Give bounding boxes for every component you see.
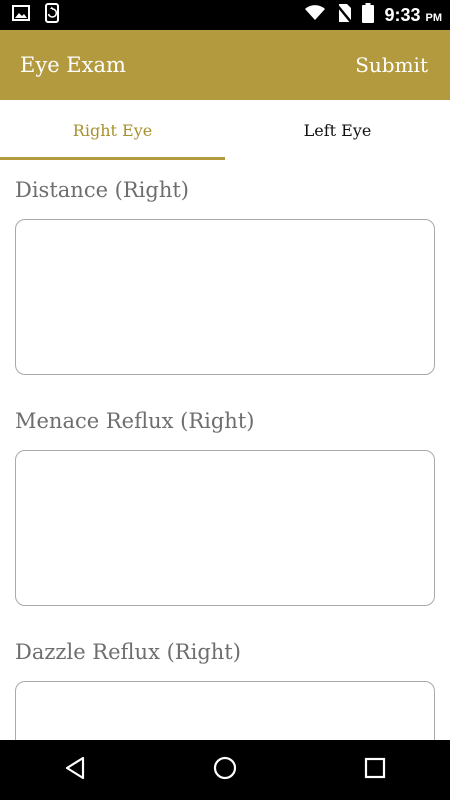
recents-icon <box>364 757 386 783</box>
tab-right-eye[interactable]: Right Eye <box>0 100 225 160</box>
form-content[interactable]: Distance (Right) Menace Reflux (Right) D… <box>0 160 450 740</box>
navigation-bar <box>0 740 450 800</box>
tab-left-eye-label: Left Eye <box>303 120 372 140</box>
distance-right-field[interactable] <box>15 219 435 375</box>
wifi-icon <box>304 4 326 26</box>
submit-button[interactable]: Submit <box>355 53 428 77</box>
back-button[interactable] <box>45 740 105 800</box>
battery-icon <box>362 2 375 28</box>
status-time-ampm: PM <box>425 11 443 24</box>
status-time-value: 9:33 <box>384 4 421 25</box>
tab-left-eye[interactable]: Left Eye <box>225 100 450 160</box>
back-icon <box>64 756 86 784</box>
tab-bar: Right Eye Left Eye <box>0 100 450 160</box>
no-sim-icon <box>336 3 353 28</box>
app-title: Eye Exam <box>20 53 126 77</box>
dazzle-reflux-right-field[interactable] <box>15 681 435 740</box>
menace-reflux-right-field[interactable] <box>15 450 435 606</box>
dazzle-reflux-right-label: Dazzle Reflux (Right) <box>15 640 241 664</box>
recents-button[interactable] <box>345 740 405 800</box>
app-bar: Eye Exam Submit <box>0 30 450 100</box>
distance-right-label: Distance (Right) <box>15 178 189 202</box>
menace-reflux-right-label: Menace Reflux (Right) <box>15 409 255 433</box>
home-icon <box>212 755 238 785</box>
status-bar: 9:33 PM <box>0 0 450 30</box>
gallery-icon <box>12 4 30 26</box>
status-bar-left <box>12 2 60 28</box>
home-button[interactable] <box>195 740 255 800</box>
status-time: 9:33 PM <box>384 5 442 26</box>
sync-phone-icon <box>44 2 60 28</box>
tab-right-eye-label: Right Eye <box>72 120 153 140</box>
status-bar-right: 9:33 PM <box>304 2 442 28</box>
